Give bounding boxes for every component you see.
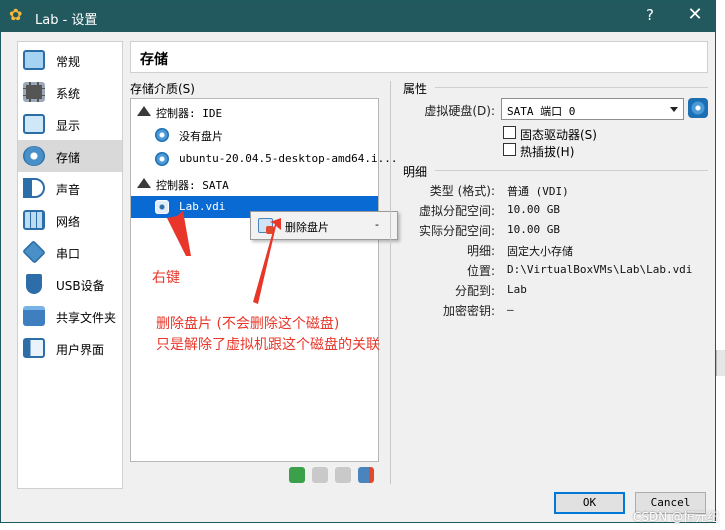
storage-disk-icon	[23, 146, 45, 166]
hotplug-checkbox[interactable]	[503, 143, 516, 156]
monitor-icon	[23, 50, 45, 70]
nav-item-label: 系统	[56, 87, 81, 101]
detail-label-attached-to: 分配到:	[454, 284, 495, 298]
detail-value-attached-to: Lab	[507, 283, 527, 296]
choose-disk-icon[interactable]	[688, 98, 708, 118]
title-bar[interactable]: ✿ Lab - 设置 ? ✕	[1, 1, 715, 32]
detail-label-location: 位置:	[466, 264, 495, 278]
tree-row-ide-controller[interactable]: 控制器: IDE	[131, 101, 378, 123]
storage-toolbar	[289, 467, 379, 483]
gear-icon: ✿	[9, 5, 23, 24]
nav-item-network[interactable]: 网络	[18, 204, 122, 236]
panel-divider	[390, 81, 391, 484]
shared-folder-icon	[23, 306, 45, 326]
network-icon	[23, 210, 45, 230]
nav-item-audio[interactable]: 声音	[18, 172, 122, 204]
annotation-line-1: 删除盘片 (不会删除这个磁盘)	[156, 316, 340, 332]
detail-label-actual-size: 实际分配空间:	[418, 224, 495, 238]
nav-item-user-interface[interactable]: 用户界面	[18, 332, 122, 364]
page-header: 存储	[130, 41, 708, 73]
annotation-arrow-right-click	[167, 211, 191, 256]
hard-disk-port-value: SATA 端口 0	[507, 105, 576, 118]
background-panel-fragment	[716, 350, 725, 376]
controller-icon	[137, 178, 151, 188]
page-title: 存储	[140, 52, 168, 68]
tree-row-ubuntu-iso[interactable]: ubuntu-20.04.5-desktop-amd64.i...	[131, 148, 398, 170]
nav-item-label: 显示	[56, 119, 81, 133]
detail-label-virtual-size: 虚拟分配空间:	[418, 204, 495, 218]
detail-label-type: 类型 (格式):	[429, 184, 495, 198]
watermark: CSDN @恒元纪	[632, 510, 719, 524]
nav-item-label: 声音	[56, 183, 81, 197]
nav-item-label: 存储	[56, 151, 81, 165]
tree-row-label: ubuntu-20.04.5-desktop-amd64.i...	[179, 152, 398, 165]
annotation-right-click: 右键	[152, 270, 180, 286]
menu-item-shortcut: -	[375, 218, 379, 231]
nav-item-label: 常规	[56, 55, 81, 69]
detail-value-location: D:\VirtualBoxVMs\Lab\Lab.vdi	[507, 263, 693, 276]
tree-row-label: 没有盘片	[179, 130, 223, 143]
optical-disc-icon	[155, 152, 169, 166]
nav-item-serial[interactable]: 串口	[18, 236, 122, 268]
detail-value-actual-size: 10.00 GB	[507, 223, 560, 236]
tree-row-label: 控制器: SATA	[156, 179, 229, 192]
nav-item-general[interactable]: 常规	[18, 44, 122, 76]
storage-media-label: 存储介质(S)	[130, 82, 195, 96]
detail-label-details: 明细:	[466, 244, 495, 258]
settings-nav: 常规 系统 显示 存储 声音 网络 串口 USB设备 共享文件夹 用户界面	[17, 41, 123, 489]
hard-disk-label: 虚拟硬盘(D):	[424, 104, 495, 118]
annotation-arrows	[167, 211, 281, 304]
annotation-line-2: 只是解除了虚拟机跟这个磁盘的关联	[156, 337, 380, 353]
attributes-section-label: 属性	[403, 82, 428, 96]
nav-item-system[interactable]: 系统	[18, 76, 122, 108]
hotplug-label: 热插拔(H)	[520, 145, 575, 159]
nav-item-storage[interactable]: 存储	[18, 140, 122, 172]
detail-value-virtual-size: 10.00 GB	[507, 203, 560, 216]
tree-row-label: 控制器: IDE	[156, 107, 223, 120]
nav-item-label: 共享文件夹	[56, 311, 117, 325]
ssd-checkbox[interactable]	[503, 126, 516, 139]
remove-attachment-icon[interactable]	[358, 467, 374, 483]
remove-controller-icon[interactable]	[312, 467, 328, 483]
nav-item-usb[interactable]: USB设备	[18, 268, 122, 300]
settings-dialog: ✿ Lab - 设置 ? ✕ 常规 系统 显示 存储 声音 网络 串口 USB设…	[0, 0, 716, 523]
details-section-label: 明细	[403, 165, 428, 179]
detail-value-details: 固定大小存储	[507, 245, 573, 258]
nav-item-display[interactable]: 显示	[18, 108, 122, 140]
tree-row-empty-optical[interactable]: 没有盘片	[131, 124, 378, 146]
nav-item-label: 用户界面	[56, 343, 105, 357]
nav-item-label: 串口	[56, 247, 81, 261]
help-button[interactable]: ?	[639, 6, 661, 24]
hard-disk-port-select[interactable]: SATA 端口 0	[501, 98, 684, 120]
chip-icon	[23, 82, 45, 102]
serial-port-icon	[22, 240, 46, 264]
tree-row-sata-controller[interactable]: 控制器: SATA	[131, 173, 378, 195]
nav-item-shared-folders[interactable]: 共享文件夹	[18, 300, 122, 332]
attributes-separator	[435, 87, 708, 88]
speaker-icon	[23, 178, 45, 198]
nav-item-label: 网络	[56, 215, 81, 229]
nav-item-label: USB设备	[56, 279, 105, 293]
close-button[interactable]: ✕	[682, 4, 708, 25]
ssd-label: 固态驱动器(S)	[520, 128, 597, 142]
add-controller-icon[interactable]	[289, 467, 305, 483]
detail-label-encryption-key: 加密密钥:	[442, 304, 495, 318]
detail-value-encryption-key: —	[507, 303, 514, 316]
chevron-down-icon	[670, 107, 678, 112]
usb-icon	[26, 274, 42, 294]
user-interface-icon	[23, 338, 45, 358]
annotation-arrow-remove	[253, 218, 281, 304]
add-attachment-icon[interactable]	[335, 467, 351, 483]
window-title: Lab - 设置	[35, 13, 98, 28]
detail-value-type: 普通 (VDI)	[507, 185, 569, 198]
controller-icon	[137, 106, 151, 116]
display-icon	[23, 114, 45, 134]
details-separator	[435, 170, 708, 171]
optical-disc-icon	[155, 128, 169, 142]
ok-button[interactable]: OK	[554, 492, 625, 514]
